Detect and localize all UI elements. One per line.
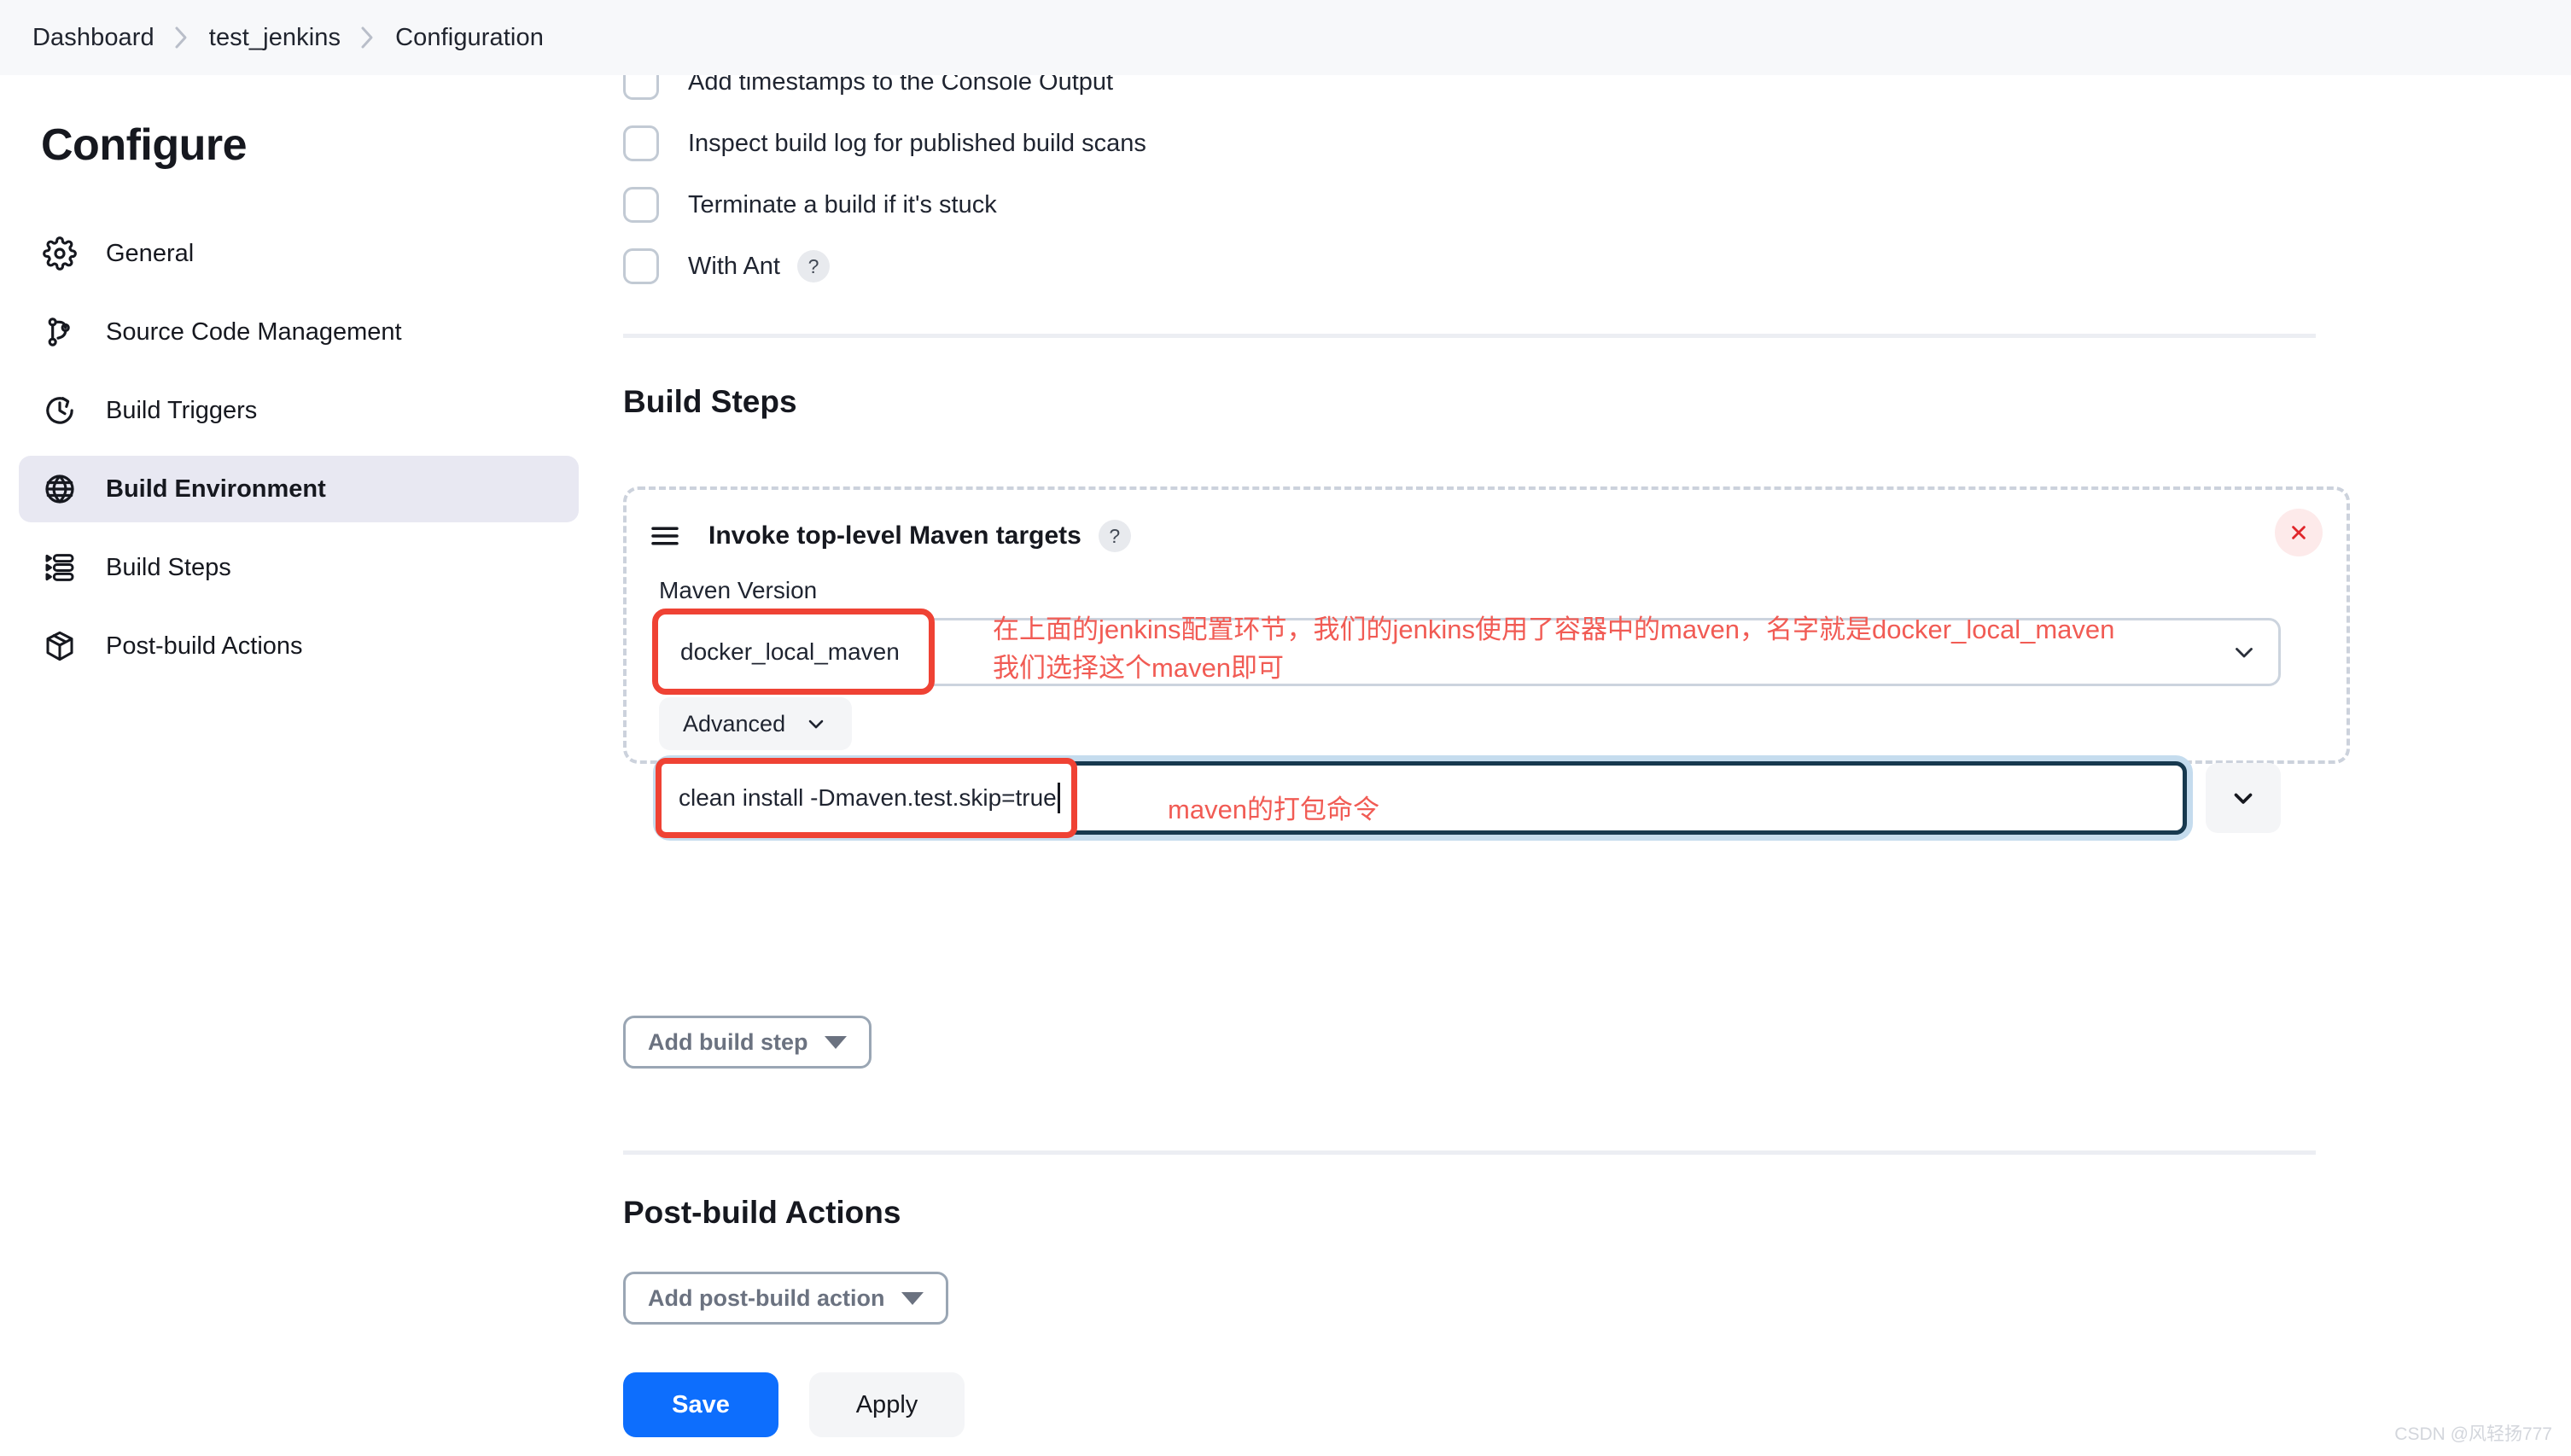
help-icon[interactable]: ?: [797, 250, 830, 282]
chevron-right-icon: [359, 25, 376, 50]
sidebar-item-label: Post-build Actions: [106, 632, 303, 660]
help-icon[interactable]: ?: [1098, 520, 1131, 552]
build-step-title: Invoke top-level Maven targets: [708, 521, 1081, 550]
build-step-header: Invoke top-level Maven targets ?: [627, 504, 2347, 568]
checkbox-label: Terminate a build if it's stuck: [688, 190, 997, 218]
section-title-build-steps: Build Steps: [623, 384, 797, 419]
annotation-line: 我们选择这个maven即可: [993, 652, 1285, 683]
breadcrumb-item-dashboard[interactable]: Dashboard: [32, 24, 154, 52]
advanced-button[interactable]: Advanced: [659, 697, 853, 750]
text-cursor: [1057, 783, 1060, 813]
list-icon: [41, 549, 79, 586]
checkbox-with-ant[interactable]: [623, 248, 659, 284]
chevron-right-icon: [173, 25, 190, 50]
add-post-build-action-label: Add post-build action: [648, 1284, 885, 1311]
sidebar-item-build-steps[interactable]: Build Steps: [19, 534, 579, 601]
checkbox-label: Inspect build log for published build sc…: [688, 129, 1146, 157]
goals-label: Goals: [627, 710, 2347, 737]
goals-row: clean install -Dmaven.test.skip=true: [656, 758, 2281, 838]
caret-down-icon: [825, 1035, 848, 1049]
sidebar-item-label: Build Steps: [106, 553, 231, 581]
annotation-maven-version: 在上面的jenkins配置环节，我们的jenkins使用了容器中的maven，名…: [993, 611, 2114, 688]
checkbox-terminate-stuck-build[interactable]: [623, 187, 659, 223]
breadcrumb-item-configuration[interactable]: Configuration: [395, 24, 544, 52]
sidebar-item-label: Build Triggers: [106, 396, 258, 424]
checkbox-row: Terminate a build if it's stuck: [623, 174, 2330, 236]
maven-version-highlight-box: docker_local_maven: [652, 609, 935, 695]
git-branch-icon: [41, 313, 79, 351]
advanced-label: Advanced: [683, 710, 786, 737]
sidebar-item-build-environment[interactable]: Build Environment: [19, 456, 579, 522]
save-button[interactable]: Save: [623, 1372, 778, 1437]
section-divider: [623, 1150, 2316, 1155]
sidebar-item-build-triggers[interactable]: Build Triggers: [19, 377, 579, 444]
watermark: CSDN @风轻扬777: [2394, 1424, 2552, 1444]
checkbox-inspect-build-log[interactable]: [623, 125, 659, 161]
goals-dropdown-button[interactable]: [2206, 763, 2281, 833]
annotation-goals: maven的打包命令: [1168, 795, 1380, 824]
breadcrumb-item-job[interactable]: test_jenkins: [209, 24, 341, 52]
maven-version-value: docker_local_maven: [680, 638, 900, 665]
sidebar-item-label: Source Code Management: [106, 317, 402, 346]
sidebar-item-general[interactable]: General: [19, 220, 579, 287]
sidebar: Configure General Source Code Management…: [0, 75, 598, 1456]
close-icon[interactable]: [2275, 509, 2323, 556]
checkbox-row: Inspect build log for published build sc…: [623, 113, 2330, 174]
gear-icon: [41, 235, 79, 272]
maven-version-label: Maven Version: [659, 577, 818, 603]
checkbox-row: With Ant ?: [623, 236, 2330, 297]
add-post-build-action-button[interactable]: Add post-build action: [623, 1272, 949, 1325]
add-build-step-button[interactable]: Add build step: [623, 1016, 872, 1069]
add-build-step-label: Add build step: [648, 1028, 808, 1055]
breadcrumb: Dashboard test_jenkins Configuration: [0, 0, 2571, 75]
page-root: Dashboard test_jenkins Configuration Con…: [0, 0, 2571, 1456]
sidebar-item-label: Build Environment: [106, 475, 326, 503]
sidebar-item-source-code-management[interactable]: Source Code Management: [19, 299, 579, 365]
goals-value: clean install -Dmaven.test.skip=true: [679, 784, 1057, 811]
sidebar-item-post-build-actions[interactable]: Post-build Actions: [19, 613, 579, 679]
page-title: Configure: [41, 120, 248, 170]
chevron-down-icon[interactable]: [2230, 638, 2259, 667]
chevron-down-icon: [804, 712, 828, 736]
sidebar-item-label: General: [106, 239, 195, 267]
main-content: Add timestamps to the Console Output Ins…: [598, 0, 2571, 1456]
section-divider: [623, 334, 2316, 338]
globe-icon: [41, 470, 79, 508]
clock-icon: [41, 392, 79, 429]
caret-down-icon: [901, 1291, 924, 1305]
checkbox-label: With Ant: [688, 252, 780, 280]
drag-handle-icon[interactable]: [647, 518, 683, 554]
apply-button[interactable]: Apply: [809, 1372, 965, 1437]
section-title-post-build-actions: Post-build Actions: [623, 1195, 901, 1230]
annotation-line: 在上面的jenkins配置环节，我们的jenkins使用了容器中的maven，名…: [993, 614, 2115, 644]
goals-highlight-box: clean install -Dmaven.test.skip=true: [656, 758, 1077, 838]
package-icon: [41, 627, 79, 665]
build-environment-options: Add timestamps to the Console Output Ins…: [623, 51, 2330, 297]
